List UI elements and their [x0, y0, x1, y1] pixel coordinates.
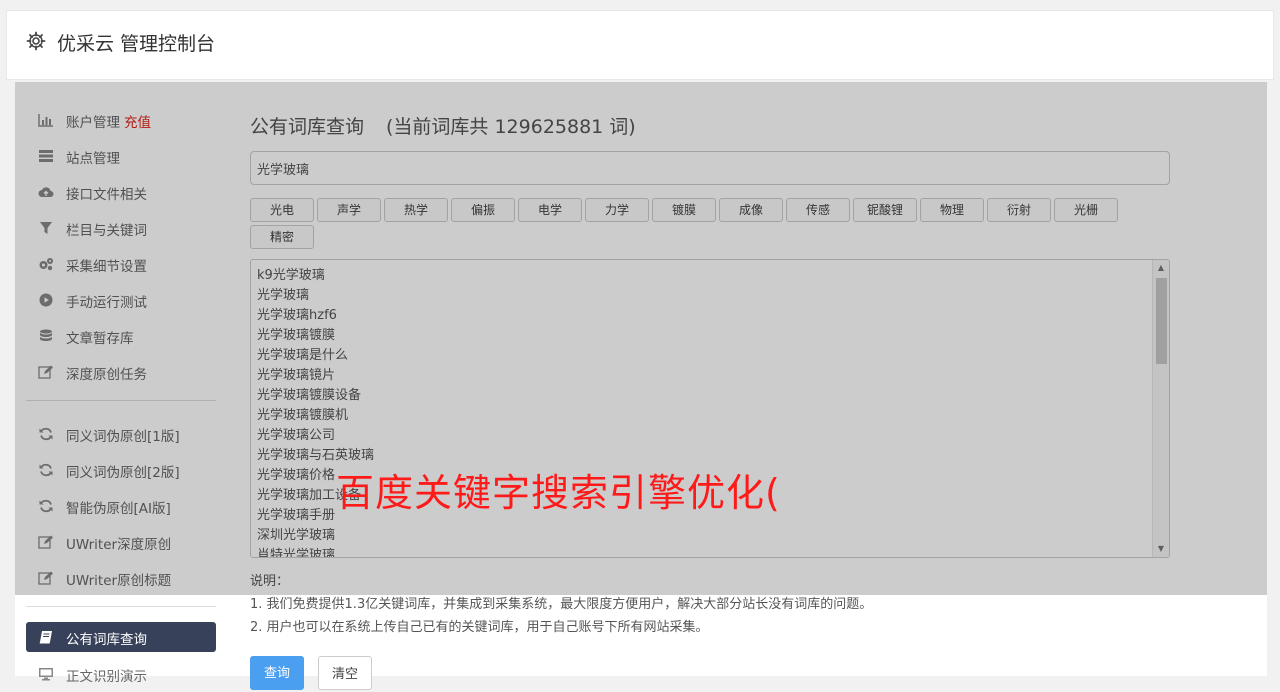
list-item: 光学玻璃镀膜: [257, 328, 336, 343]
list-item: 肖特光学玻璃: [257, 548, 336, 558]
tag-button[interactable]: 光栅: [1054, 198, 1118, 222]
scroll-thumb[interactable]: [1156, 278, 1167, 364]
refresh-icon: [39, 463, 53, 477]
clear-button[interactable]: 清空: [318, 656, 372, 690]
results-scrollbar[interactable]: ▲ ▼: [1152, 260, 1169, 557]
sidebar-item-uwriter-deep[interactable]: UWriter深度原创: [26, 524, 216, 560]
tag-button[interactable]: 镀膜: [652, 198, 716, 222]
notes-heading: 说明：: [250, 574, 290, 589]
sidebar-item-label: 站点管理: [66, 151, 120, 167]
list-item: 光学玻璃镀膜机: [257, 408, 349, 423]
sidebar-item-label: 公有词库查询: [66, 632, 147, 648]
tag-button[interactable]: 热学: [384, 198, 448, 222]
sidebar-item-ai-rewrite[interactable]: 智能伪原创[AI版]: [26, 488, 216, 524]
edit-icon: [38, 365, 53, 379]
sidebar-item-interface[interactable]: 接口文件相关: [26, 174, 216, 210]
sidebar-item-label: 同义词伪原创[1版]: [66, 429, 180, 445]
list-item: 光学玻璃公司: [257, 428, 336, 443]
sidebar-item-label: 正文识别演示: [66, 669, 147, 685]
top-header: 优采云 管理控制台: [6, 10, 1274, 80]
sidebar-item-article-store[interactable]: 文章暂存库: [26, 318, 216, 354]
lexicon-count: (当前词库共 129625881 词): [386, 116, 636, 138]
tag-button[interactable]: 声学: [317, 198, 381, 222]
sidebar-item-synonym-v1[interactable]: 同义词伪原创[1版]: [26, 416, 216, 452]
sidebar-item-label: UWriter原创标题: [66, 573, 172, 589]
sidebar-nav: 账户管理 充值 站点管理 接口文件相关 栏目与关键词 采集细节设置 手动运行测试 …: [26, 102, 216, 692]
list-item: 光学玻璃是什么: [257, 348, 349, 363]
scroll-up-icon[interactable]: ▲: [1156, 263, 1166, 273]
sidebar-divider: [26, 606, 216, 607]
scroll-down-icon[interactable]: ▼: [1156, 544, 1166, 554]
app-title: 优采云 管理控制台: [57, 33, 216, 55]
sidebar-item-sites[interactable]: 站点管理: [26, 138, 216, 174]
tag-button[interactable]: 力学: [585, 198, 649, 222]
notes-line: 1. 我们免费提供1.3亿关键词库，并集成到采集系统，最大限度方便用户，解决大部…: [250, 597, 873, 612]
tag-button[interactable]: 传感: [786, 198, 850, 222]
query-button[interactable]: 查询: [250, 656, 304, 690]
category-tags: 光电 声学 热学 偏振 电学 力学 镀膜 成像 传感 铌酸锂 物理 衍射 光栅精密: [250, 198, 1130, 252]
tag-button[interactable]: 衍射: [987, 198, 1051, 222]
sidebar-item-deep-original[interactable]: 深度原创任务: [26, 354, 216, 390]
list-item: k9光学玻璃: [257, 268, 325, 283]
sidebar-item-label: 同义词伪原创[2版]: [66, 465, 180, 481]
page-title: 公有词库查询 (当前词库共 129625881 词): [250, 112, 636, 139]
sidebar-item-account[interactable]: 账户管理 充值: [26, 102, 216, 138]
tag-button[interactable]: 铌酸锂: [853, 198, 917, 222]
sidebar-item-label: 深度原创任务: [66, 367, 147, 383]
tag-button[interactable]: 光电: [250, 198, 314, 222]
tag-button[interactable]: 成像: [719, 198, 783, 222]
cloud-upload-icon: [38, 187, 54, 197]
tag-button[interactable]: 精密: [250, 225, 314, 249]
page-title-text: 公有词库查询: [250, 116, 365, 138]
instructions: 说明： 1. 我们免费提供1.3亿关键词库，并集成到采集系统，最大限度方便用户，…: [250, 570, 872, 639]
refresh-icon: [39, 499, 53, 513]
gear-icon: [26, 31, 46, 51]
sidebar-item-text-recognition[interactable]: 正文识别演示: [26, 656, 216, 692]
server-icon: [39, 150, 53, 162]
sidebar-item-label: 栏目与关键词: [66, 223, 147, 239]
sidebar-item-collect-settings[interactable]: 采集细节设置: [26, 246, 216, 282]
tag-button[interactable]: 电学: [518, 198, 582, 222]
sidebar-item-label: UWriter深度原创: [66, 537, 172, 553]
sidebar-item-label: 接口文件相关: [66, 187, 147, 203]
notes-line: 2. 用户也可以在系统上传自己已有的关键词库，用于自己账号下所有网站采集。: [250, 620, 709, 635]
sidebar-item-label: 采集细节设置: [66, 259, 147, 275]
watermark-text: 百度关键字搜索引擎优化(: [336, 471, 781, 515]
sidebar-item-uwriter-title[interactable]: UWriter原创标题: [26, 560, 216, 596]
filter-icon: [40, 222, 52, 234]
list-item: 光学玻璃: [257, 288, 310, 303]
play-circle-icon: [39, 293, 53, 307]
list-item: 深圳光学玻璃: [257, 528, 336, 543]
bar-chart-icon: [38, 114, 53, 127]
edit-icon: [38, 535, 53, 549]
tag-button[interactable]: 偏振: [451, 198, 515, 222]
list-item: 光学玻璃镜片: [257, 368, 336, 383]
keyword-search-input[interactable]: [250, 151, 1170, 185]
sidebar-item-manual-run[interactable]: 手动运行测试: [26, 282, 216, 318]
refresh-icon: [39, 427, 53, 441]
database-icon: [40, 329, 52, 341]
list-item: 光学玻璃镀膜设备: [257, 388, 362, 403]
recharge-link[interactable]: 充值: [124, 115, 151, 131]
sidebar-item-keywords[interactable]: 栏目与关键词: [26, 210, 216, 246]
sidebar-item-label: 账户管理: [66, 115, 120, 131]
sidebar-item-public-lexicon[interactable]: 公有词库查询: [26, 622, 216, 652]
list-item: 光学玻璃hzf6: [257, 308, 337, 323]
edit-icon: [38, 571, 53, 585]
tag-button[interactable]: 物理: [920, 198, 984, 222]
monitor-icon: [39, 668, 53, 681]
sidebar-item-label: 手动运行测试: [66, 295, 147, 311]
sidebar-item-label: 文章暂存库: [66, 331, 134, 347]
book-icon: [39, 631, 52, 644]
sidebar-item-label: 智能伪原创[AI版]: [66, 501, 171, 517]
sidebar-divider: [26, 400, 216, 401]
sidebar-item-synonym-v2[interactable]: 同义词伪原创[2版]: [26, 452, 216, 488]
gears-icon: [39, 258, 53, 271]
